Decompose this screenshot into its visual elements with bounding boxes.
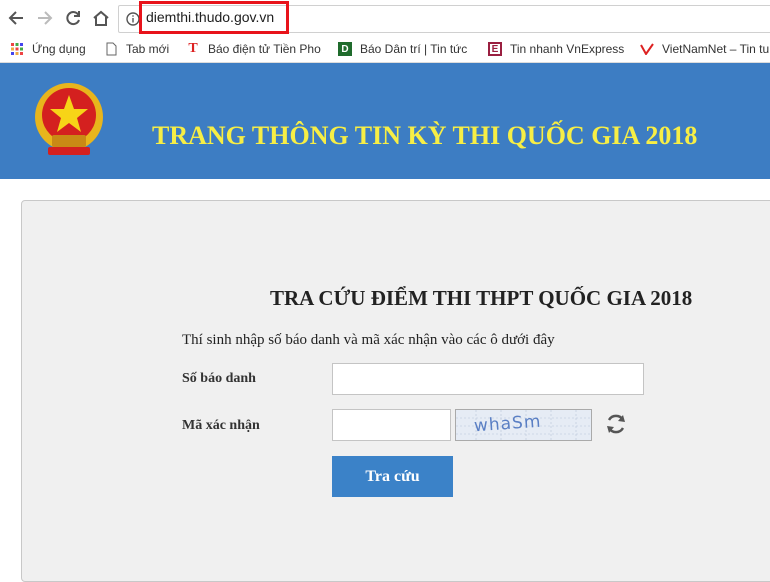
browser-toolbar: diemthi.thudo.gov.vn — [0, 0, 770, 36]
dantri-icon: D — [338, 42, 352, 56]
bookmark-apps[interactable]: Ứng dụng — [10, 40, 86, 58]
bookmark-label: Báo điện tử Tiền Pho — [208, 42, 321, 56]
page-icon — [104, 42, 118, 56]
bookmark-tienphong[interactable]: T Báo điện tử Tiền Pho — [186, 40, 321, 58]
bookmark-label: VietNamNet – Tin tu — [662, 42, 770, 56]
forward-arrow-icon[interactable] — [34, 7, 56, 29]
bookmark-label: Tab mới — [126, 42, 170, 56]
vnexpress-icon: E — [488, 42, 502, 56]
form-instruction: Thí sinh nhập số báo danh và mã xác nhận… — [182, 332, 555, 348]
bookmark-label: Tin nhanh VnExpress — [510, 42, 625, 56]
bookmark-new-tab[interactable]: Tab mới — [104, 40, 169, 58]
sbd-label: Số báo danh — [182, 371, 256, 386]
bookmarks-bar: Ứng dụng Tab mới T Báo điện tử Tiền Pho … — [0, 36, 770, 63]
bookmark-dantri[interactable]: D Báo Dân trí | Tin tức — [338, 40, 467, 58]
tienphong-icon: T — [188, 41, 198, 56]
refresh-captcha-icon[interactable] — [604, 412, 628, 440]
apps-grid-icon — [10, 42, 24, 56]
national-emblem-icon — [30, 79, 108, 163]
bookmark-label: Ứng dụng — [32, 42, 86, 56]
bookmark-vietnamnet[interactable]: VietNamNet – Tin tu — [640, 40, 769, 58]
captcha-label: Mã xác nhận — [182, 418, 260, 433]
captcha-image: whaSm — [455, 409, 592, 441]
back-arrow-icon[interactable] — [5, 7, 27, 29]
form-title: TRA CỨU ĐIỂM THI THPT QUỐC GIA 2018 — [270, 286, 693, 310]
url-highlight-box — [139, 1, 289, 34]
site-title: TRANG THÔNG TIN KỲ THI QUỐC GIA 2018 — [152, 121, 698, 150]
reload-icon[interactable] — [62, 7, 84, 29]
sbd-input[interactable] — [332, 363, 644, 395]
submit-button[interactable]: Tra cứu — [332, 456, 453, 497]
captcha-input[interactable] — [332, 409, 451, 441]
site-header: TRANG THÔNG TIN KỲ THI QUỐC GIA 2018 — [0, 63, 770, 179]
home-icon[interactable] — [90, 7, 112, 29]
vietnamnet-icon — [640, 42, 654, 56]
bookmark-label: Báo Dân trí | Tin tức — [360, 42, 468, 56]
info-icon[interactable] — [126, 11, 140, 30]
bookmark-vnexpress[interactable]: E Tin nhanh VnExpress — [488, 40, 624, 58]
